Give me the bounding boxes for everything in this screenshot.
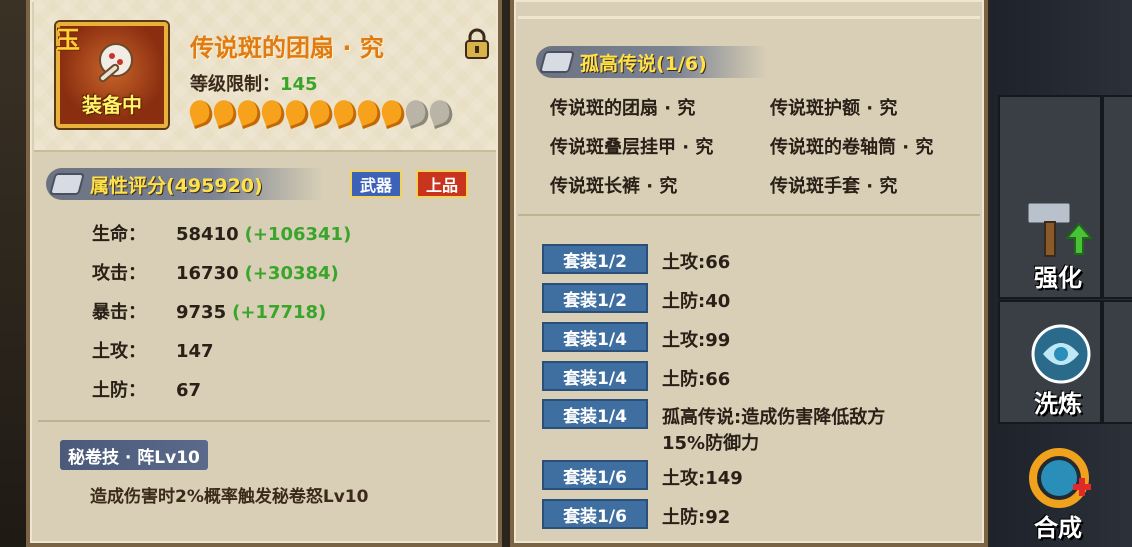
set-bonus-tag: 套装1/4 [542, 399, 648, 429]
item-icon[interactable]: 玉 装备中 [56, 22, 168, 128]
combine-icon [1029, 448, 1091, 508]
divider [518, 16, 980, 19]
set-bonus-text: 土攻:66 [662, 252, 731, 273]
set-title: 孤高传说(1/6) [580, 52, 707, 75]
set-piece: 传说斑护额 · 究 [770, 98, 898, 119]
set-piece: 传说斑的团扇 · 究 [550, 98, 696, 119]
enhance-button[interactable]: 强化 [1012, 196, 1104, 293]
stat-row: 土防： 67 [92, 380, 202, 401]
grade-glyph: 玉 [56, 26, 80, 54]
background-left [0, 0, 28, 547]
set-title-header: 孤高传说(1/6) [536, 46, 767, 78]
star-filled-icon [306, 97, 336, 129]
set-bonus-text: 孤高传说:造成伤害降低敌方 15%防御力 [662, 403, 885, 455]
item-name: 传说斑的团扇 · 究 [190, 34, 384, 62]
scroll-icon [539, 51, 575, 73]
level-requirement: 等级限制：145 [190, 70, 318, 96]
set-bonus-tag: 套装1/4 [542, 322, 648, 352]
star-rating [186, 97, 456, 130]
divider [38, 420, 490, 422]
skill-description: 造成伤害时2%概率触发秘卷怒Lv10 [90, 487, 369, 507]
enhance-label: 强化 [1034, 264, 1082, 292]
item-header: 玉 装备中 传说斑的团扇 · 究 等级限制：145 [34, 0, 496, 152]
set-bonus-text: 土攻:149 [662, 468, 743, 489]
item-detail-panel: 玉 装备中 传说斑的团扇 · 究 等级限制：145 属性评分(495920) 武… [26, 0, 502, 547]
skill-title: 秘卷技 · 阵Lv10 [60, 440, 208, 470]
set-bonus-panel: 孤高传说(1/6) 传说斑的团扇 · 究 传说斑护额 · 究 传说斑叠层挂甲 ·… [510, 0, 988, 547]
hammer-icon [1025, 200, 1094, 257]
set-bonus-tag: 套装1/2 [542, 244, 648, 274]
refine-label: 洗炼 [1034, 390, 1082, 418]
set-bonus-text: 土防:66 [662, 369, 731, 390]
set-bonus-tag: 套装1/4 [542, 361, 648, 391]
set-piece: 传说斑的卷轴筒 · 究 [770, 137, 934, 158]
stat-row: 攻击： 16730 (+30384) [92, 263, 339, 284]
star-filled-icon [378, 97, 408, 129]
star-filled-icon [210, 97, 240, 129]
star-empty-icon [426, 97, 456, 129]
combine-label: 合成 [1034, 514, 1082, 542]
star-empty-icon [402, 97, 432, 129]
star-filled-icon [330, 97, 360, 129]
star-filled-icon [234, 97, 264, 129]
star-filled-icon [354, 97, 384, 129]
set-bonus-text-line1: 孤高传说:造成伤害降低敌方 [662, 407, 886, 428]
set-piece: 传说斑手套 · 究 [770, 176, 898, 197]
star-filled-icon [186, 97, 216, 129]
star-filled-icon [258, 97, 288, 129]
attribute-score: 属性评分(495920) [90, 174, 263, 197]
refine-icon [1031, 324, 1091, 384]
scroll-icon [49, 173, 85, 195]
fan-icon [98, 43, 133, 83]
set-bonus-text: 土防:40 [662, 291, 731, 312]
set-bonus-text: 土防:92 [662, 507, 731, 528]
quality-badge: 上品 [416, 170, 469, 198]
set-bonus-tag: 套装1/2 [542, 283, 648, 313]
set-piece: 传说斑叠层挂甲 · 究 [550, 137, 714, 158]
refine-button[interactable]: 洗炼 [1012, 322, 1104, 419]
attribute-score-header: 属性评分(495920) [46, 168, 323, 200]
set-piece: 传说斑长裤 · 究 [550, 176, 678, 197]
set-bonus-text: 土攻:99 [662, 330, 731, 351]
divider [518, 214, 980, 216]
set-bonus-tag: 套装1/6 [542, 499, 648, 529]
equip-status-label: 装备中 [82, 93, 142, 117]
level-label: 等级限制： [190, 74, 280, 95]
combine-button[interactable]: 合成 [1012, 446, 1104, 543]
stat-row: 土攻： 147 [92, 341, 214, 362]
lock-icon[interactable] [464, 28, 490, 60]
set-bonus-text-line2: 15%防御力 [662, 433, 760, 454]
star-filled-icon [282, 97, 312, 129]
stat-row: 生命： 58410 (+106341) [92, 224, 352, 245]
level-value: 145 [280, 74, 318, 95]
set-bonus-tag: 套装1/6 [542, 460, 648, 490]
stat-row: 暴击： 9735 (+17718) [92, 302, 327, 323]
weapon-badge: 武器 [350, 170, 403, 198]
